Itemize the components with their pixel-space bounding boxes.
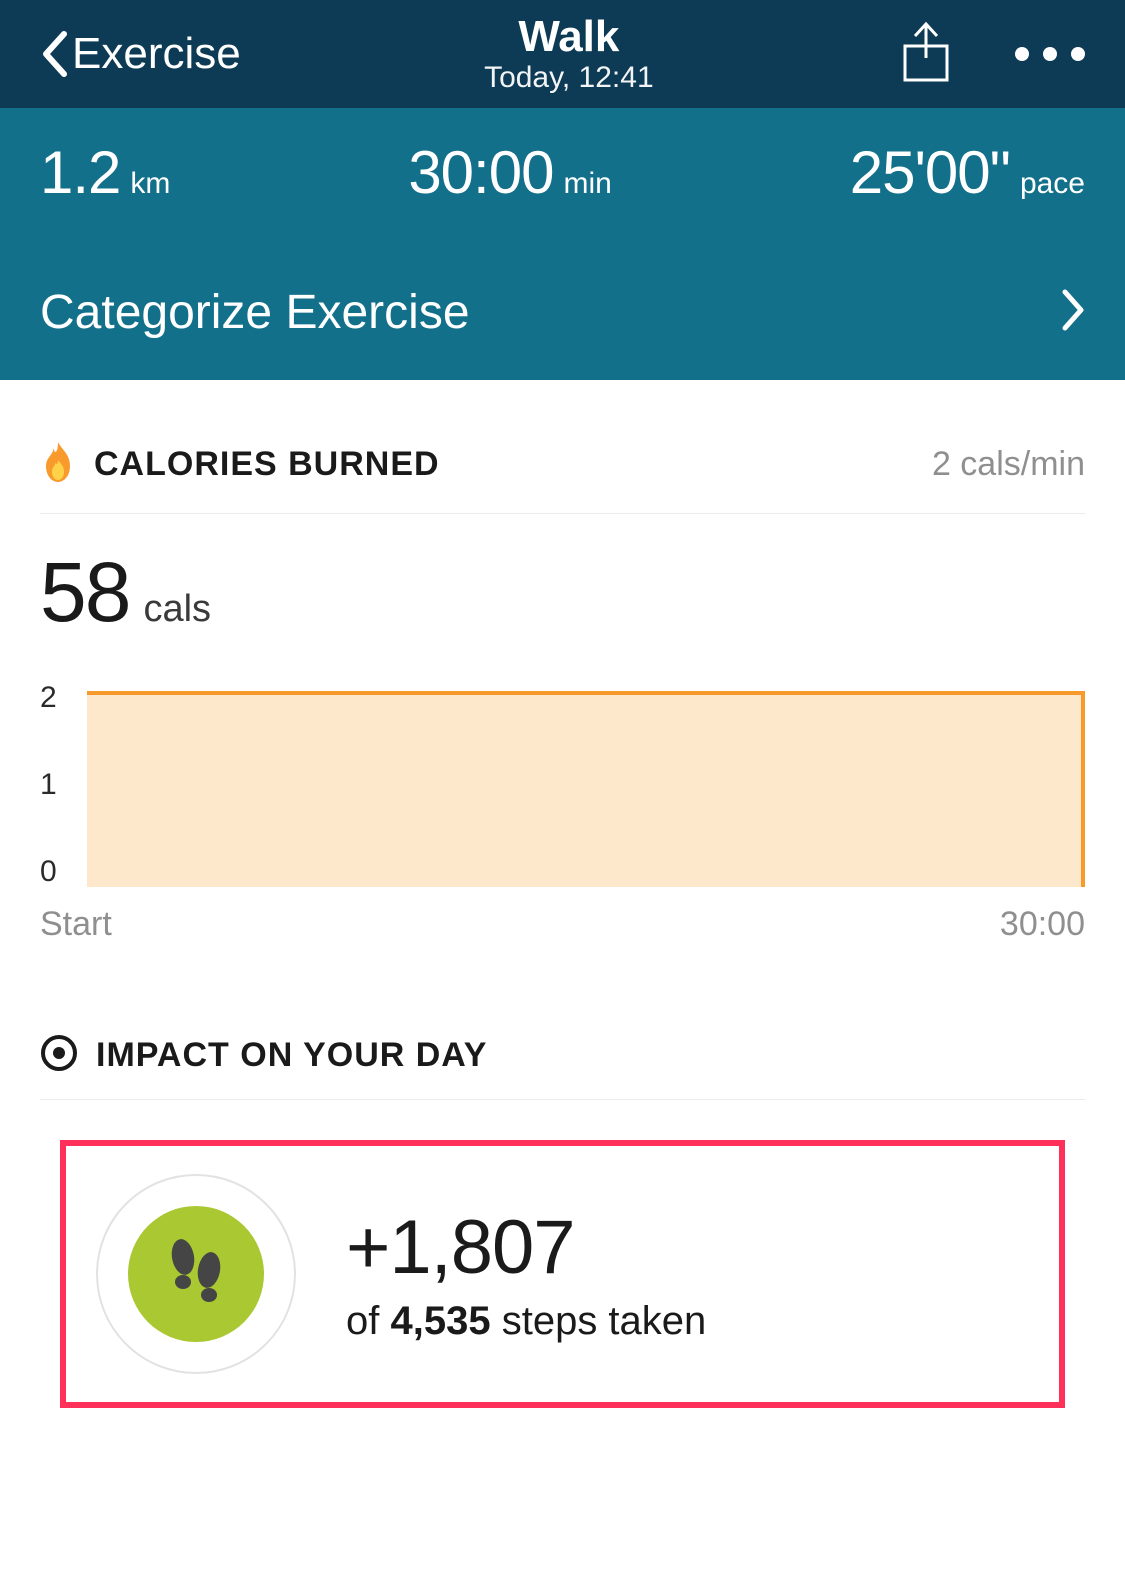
steps-sub: of 4,535 steps taken	[346, 1299, 706, 1344]
page-subtitle: Today, 12:41	[484, 61, 654, 95]
y-tick: 0	[40, 857, 57, 887]
impact-steps-card[interactable]: +1,807 of 4,535 steps taken	[60, 1140, 1065, 1408]
steps-added: +1,807	[346, 1204, 706, 1291]
calories-unit: cals	[143, 588, 211, 631]
calories-value: 58	[40, 544, 129, 641]
chart-x-axis: Start 30:00	[40, 887, 1085, 944]
footprints-icon	[161, 1232, 231, 1317]
distance-unit: km	[130, 167, 170, 201]
share-button[interactable]	[897, 18, 955, 91]
stat-duration: 30:00 min	[408, 138, 612, 207]
x-end: 30:00	[1000, 905, 1085, 944]
target-icon	[40, 1034, 78, 1077]
stat-distance: 1.2 km	[40, 138, 170, 207]
distance-value: 1.2	[40, 138, 120, 207]
calories-section: CALORIES BURNED 2 cals/min 58 cals 2 1 0…	[0, 380, 1125, 944]
impact-section: IMPACT ON YOUR DAY +1,807	[0, 944, 1125, 1408]
impact-title: IMPACT ON YOUR DAY	[96, 1036, 487, 1075]
header-bar: Exercise Walk Today, 12:41	[0, 0, 1125, 108]
categorize-exercise-row[interactable]: Categorize Exercise	[40, 267, 1085, 380]
stats-band: 1.2 km 30:00 min 25'00" pace Categorize …	[0, 108, 1125, 380]
calories-title: CALORIES BURNED	[94, 445, 440, 484]
back-label: Exercise	[72, 29, 241, 79]
of-word: of	[346, 1299, 390, 1343]
categorize-label: Categorize Exercise	[40, 285, 470, 340]
steps-tail: steps taken	[491, 1299, 707, 1343]
steps-badge	[96, 1174, 296, 1374]
x-start: Start	[40, 905, 112, 944]
chevron-right-icon	[1061, 288, 1085, 337]
page-title: Walk	[484, 13, 654, 61]
dot-icon	[1015, 47, 1029, 61]
chevron-left-icon	[40, 30, 68, 78]
calories-chart: 2 1 0	[40, 681, 1085, 887]
y-tick: 1	[40, 770, 57, 800]
chart-y-axis: 2 1 0	[40, 681, 57, 887]
calories-total: 58 cals	[40, 514, 1085, 681]
duration-unit: min	[563, 167, 611, 201]
duration-value: 30:00	[408, 138, 553, 207]
y-tick: 2	[40, 683, 57, 713]
flame-icon	[40, 440, 76, 489]
calories-rate: 2 cals/min	[932, 445, 1085, 484]
dot-icon	[1043, 47, 1057, 61]
pace-unit: pace	[1020, 167, 1085, 201]
chart-fill	[87, 691, 1085, 887]
stat-pace: 25'00" pace	[850, 138, 1085, 207]
steps-total: 4,535	[390, 1299, 490, 1343]
back-button[interactable]: Exercise	[40, 29, 241, 79]
pace-value: 25'00"	[850, 138, 1010, 207]
header-title-block: Walk Today, 12:41	[484, 13, 654, 95]
chart-area	[77, 681, 1085, 887]
more-button[interactable]	[1015, 47, 1085, 61]
dot-icon	[1071, 47, 1085, 61]
